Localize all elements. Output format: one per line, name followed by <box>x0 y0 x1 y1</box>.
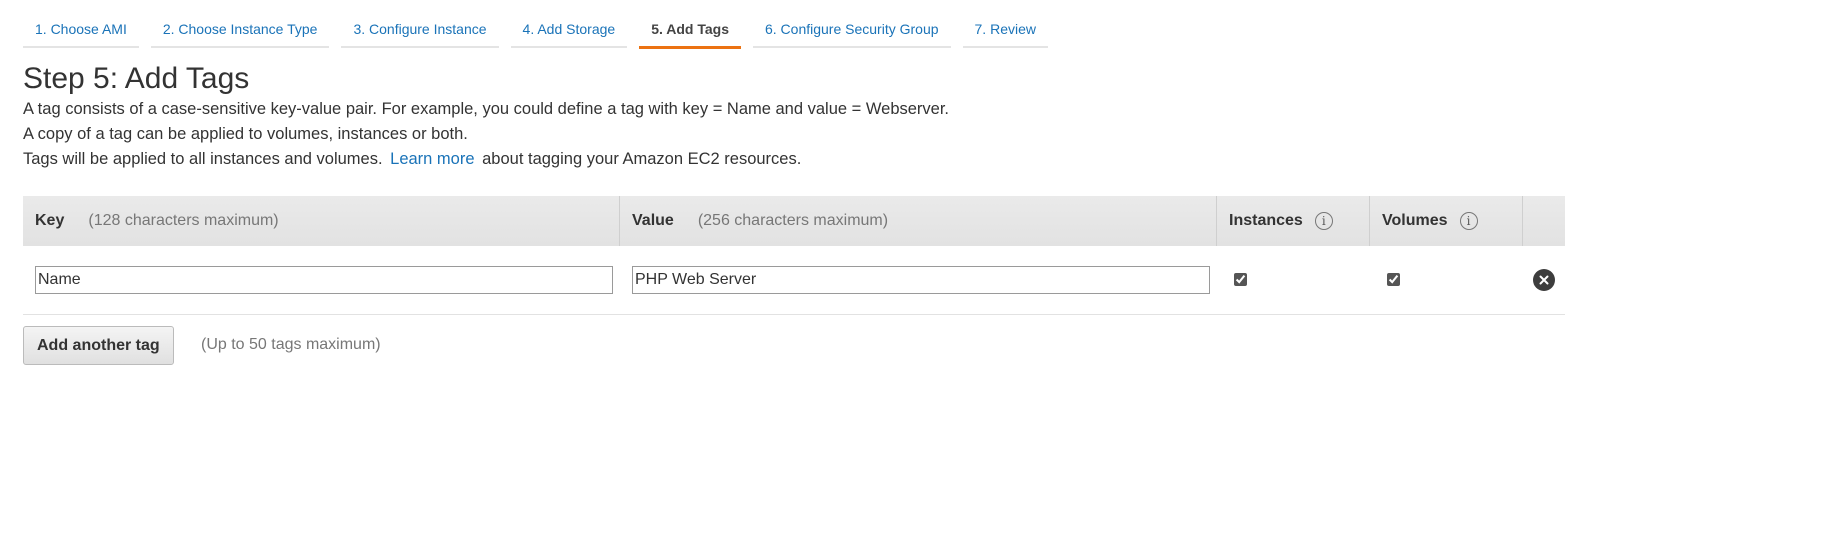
volumes-cell <box>1370 272 1523 288</box>
description-line-2: A copy of a tag can be applied to volume… <box>23 125 468 143</box>
instances-cell <box>1217 272 1370 288</box>
tab-review[interactable]: 7. Review <box>962 12 1048 48</box>
tab-configure-security-group[interactable]: 6. Configure Security Group <box>752 12 951 48</box>
key-column-header: Key (128 characters maximum) <box>23 196 620 246</box>
actions-column-header <box>1523 196 1565 246</box>
description-line-3-start: Tags will be applied to all instances an… <box>23 150 383 168</box>
value-header-hint: (256 characters maximum) <box>697 212 889 229</box>
max-tags-note: (Up to 50 tags maximum) <box>201 336 381 353</box>
key-header-hint: (128 characters maximum) <box>88 212 279 229</box>
instances-column-header: Instances i <box>1217 196 1370 246</box>
value-column-header: Value (256 characters maximum) <box>620 196 1217 246</box>
value-cell <box>620 266 1217 294</box>
instances-checkbox[interactable] <box>1234 272 1247 286</box>
tab-configure-instance[interactable]: 3. Configure Instance <box>341 12 499 48</box>
tab-choose-instance-type[interactable]: 2. Choose Instance Type <box>150 12 330 48</box>
volumes-header-label: Volumes <box>1382 212 1448 229</box>
close-icon <box>1539 275 1549 285</box>
volumes-info-icon[interactable]: i <box>1459 212 1478 230</box>
tag-value-input[interactable] <box>632 266 1210 294</box>
page-description: A tag consists of a case-sensitive key-v… <box>23 97 949 172</box>
volumes-checkbox[interactable] <box>1387 272 1400 286</box>
tag-key-input[interactable] <box>35 266 613 294</box>
key-header-label: Key <box>35 212 65 229</box>
wizard-tabs: 1. Choose AMI 2. Choose Instance Type 3.… <box>23 12 1060 49</box>
instances-header-label: Instances <box>1229 212 1303 229</box>
value-header-label: Value <box>632 212 674 229</box>
description-line-1: A tag consists of a case-sensitive key-v… <box>23 100 950 118</box>
instances-info-icon[interactable]: i <box>1314 212 1333 230</box>
tab-choose-ami[interactable]: 1. Choose AMI <box>23 12 139 48</box>
remove-tag-button[interactable] <box>1533 269 1555 291</box>
table-header: Key (128 characters maximum) Value (256 … <box>23 196 1565 246</box>
tab-add-storage[interactable]: 4. Add Storage <box>510 12 628 48</box>
description-line-3: Tags will be applied to all instances an… <box>23 147 949 172</box>
key-cell <box>23 266 620 294</box>
table-row <box>23 246 1565 315</box>
page-title: Step 5: Add Tags <box>23 62 250 95</box>
remove-cell <box>1523 269 1565 291</box>
tab-add-tags[interactable]: 5. Add Tags <box>639 12 741 49</box>
volumes-column-header: Volumes i <box>1370 196 1523 246</box>
tags-table: Key (128 characters maximum) Value (256 … <box>23 196 1565 315</box>
description-line-3-end: about tagging your Amazon EC2 resources. <box>482 150 802 168</box>
add-another-tag-button[interactable]: Add another tag <box>23 326 174 365</box>
learn-more-link[interactable]: Learn more <box>390 150 474 168</box>
